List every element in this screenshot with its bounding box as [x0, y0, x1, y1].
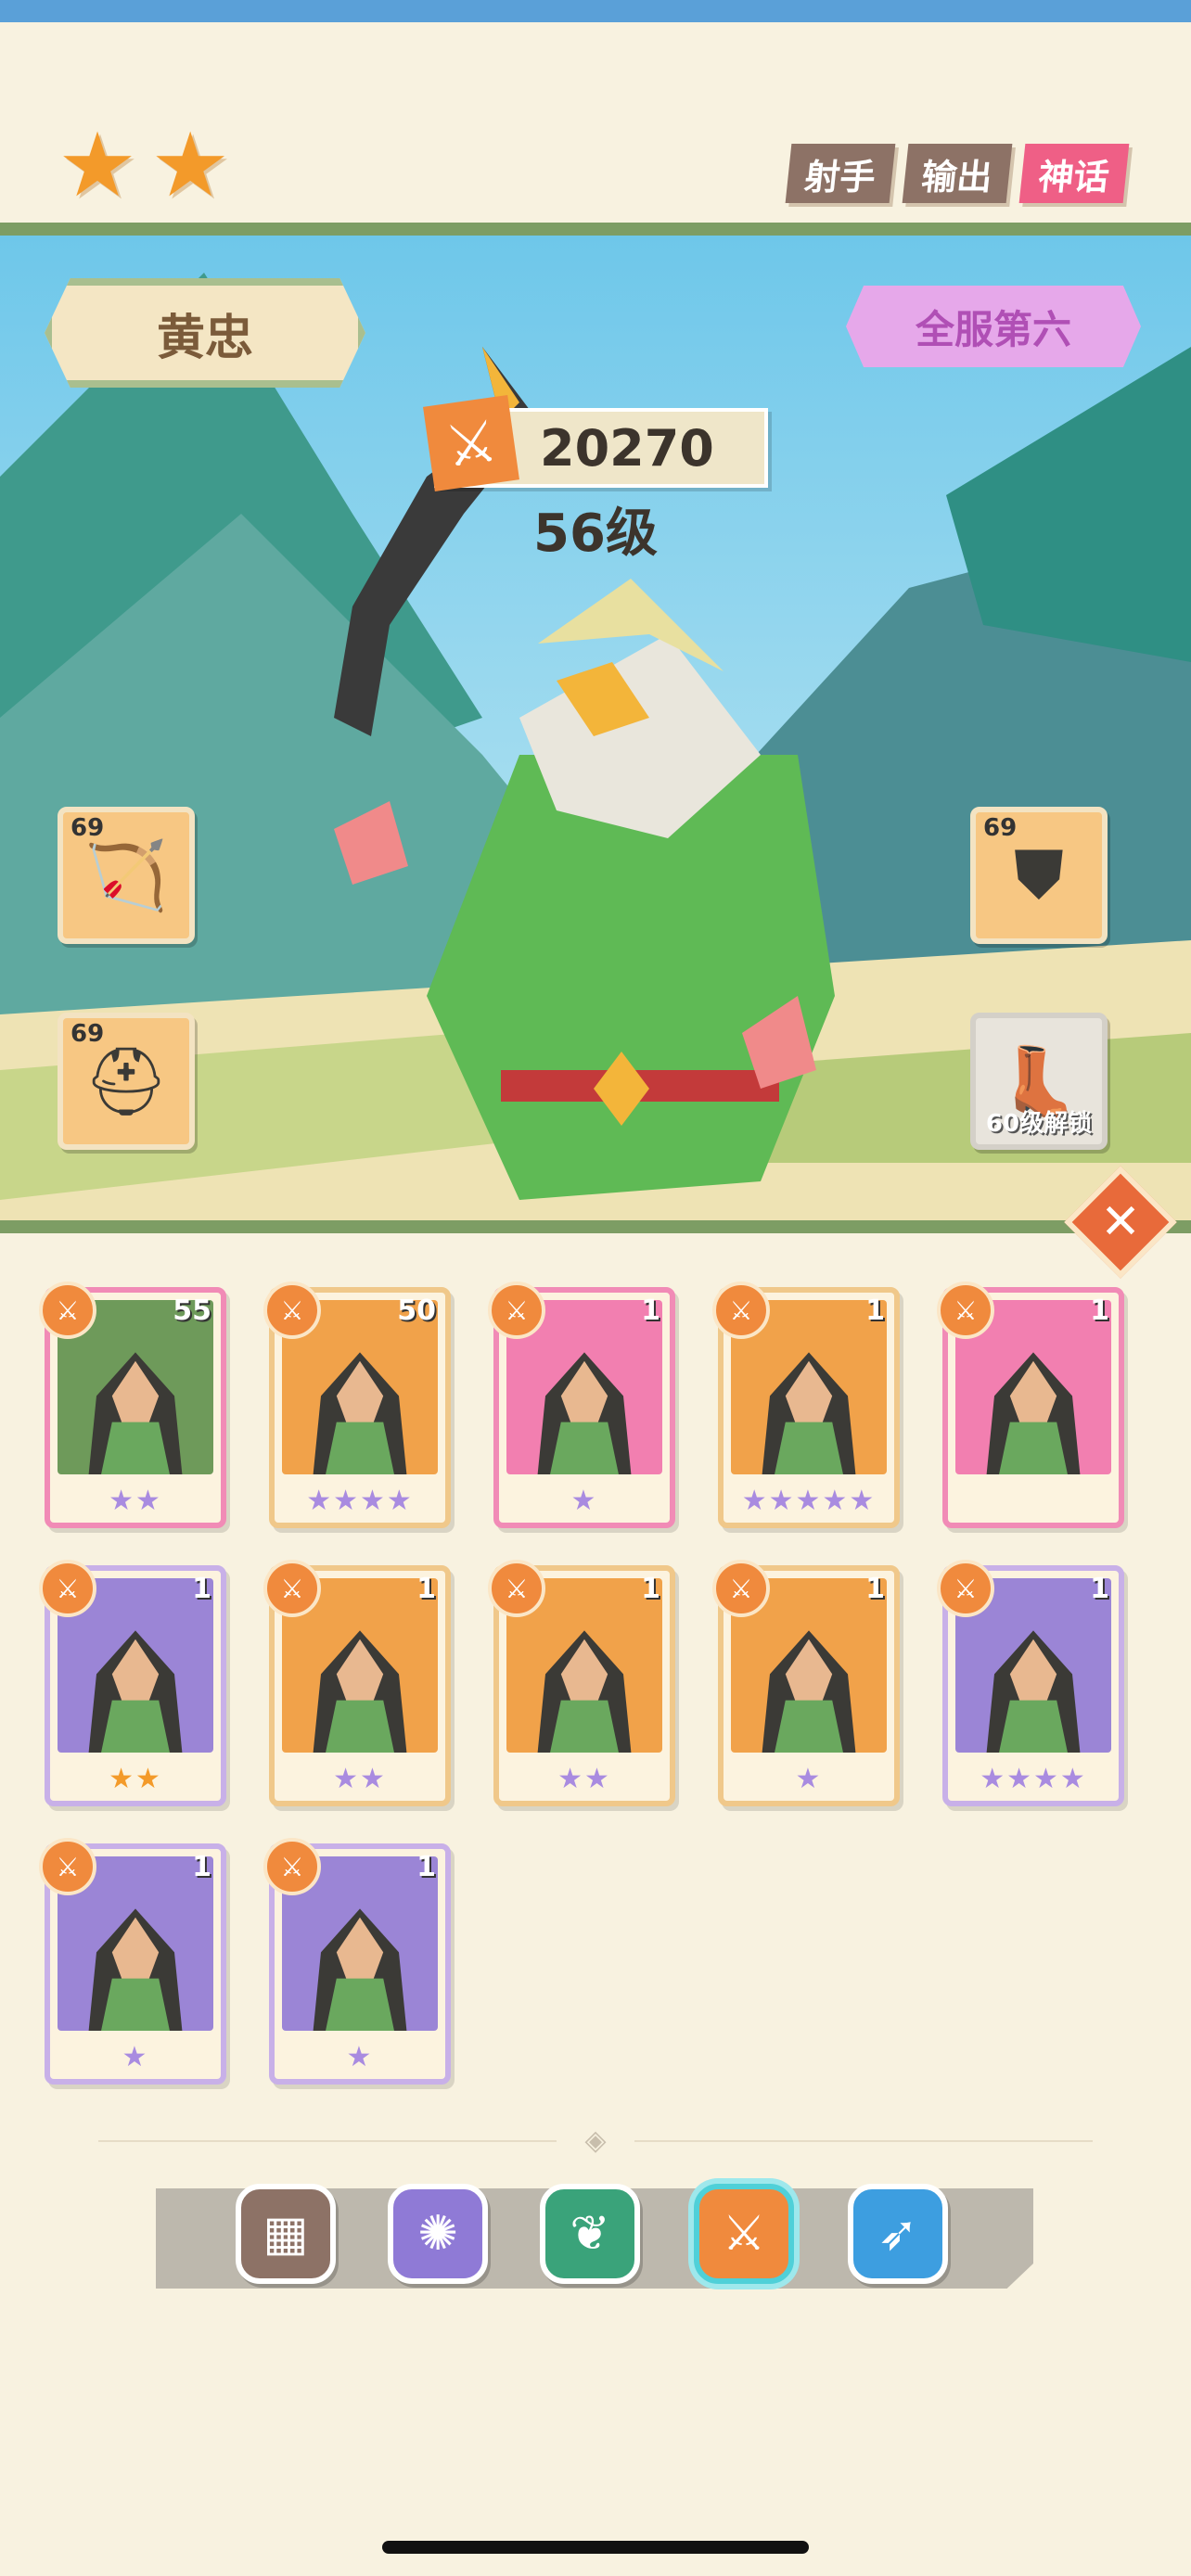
helmet-icon: ⛑ [83, 1041, 169, 1120]
close-icon: ✕ [1100, 1194, 1141, 1250]
filter-mage-button[interactable]: ✺ [388, 2184, 488, 2284]
bow-icon: ➶ [877, 2206, 918, 2262]
star-icon: ★ [150, 113, 231, 217]
equip-level: 69 [983, 814, 1018, 842]
hero-card-level: 1 [1090, 1573, 1109, 1605]
hero-card-level: 1 [1090, 1294, 1109, 1327]
hero-stars: ★ ★ [58, 121, 230, 210]
hero-card-stars: ★★★★★ [741, 1485, 877, 1517]
filter-support-button[interactable]: ❦ [540, 2184, 640, 2284]
equip-slot-weapon[interactable]: 69 🏹 [58, 807, 195, 944]
hero-card-stars: ★★ [109, 1763, 162, 1795]
grid-icon: ▦ [263, 2206, 309, 2262]
sword-icon: ⚔ [722, 2206, 766, 2262]
sword-class-icon: ⚔ [39, 1282, 96, 1339]
sword-class-icon: ⚔ [712, 1282, 770, 1339]
hero-name: 黄忠 [45, 278, 365, 388]
hero-card[interactable]: ⚔ 1 [937, 1282, 1124, 1528]
hero-card-level: 1 [865, 1573, 885, 1605]
crossed-swords-icon: ⚔ [423, 395, 519, 491]
sword-class-icon: ⚔ [488, 1560, 545, 1617]
hero-card[interactable]: ⚔ 1 ★ [712, 1560, 900, 1806]
tag-rarity: 神话 [1018, 144, 1130, 203]
server-rank-badge[interactable]: 全服第六 [846, 286, 1141, 367]
hero-card-level: 1 [192, 1573, 211, 1605]
hero-card-level: 1 [192, 1851, 211, 1883]
equip-level: 69 [70, 1020, 105, 1048]
hero-level: 56级 [533, 504, 658, 564]
divider-ornament-icon: ◈ [557, 2125, 634, 2157]
hero-card-stars: ★ [346, 2041, 374, 2073]
hero-card-stars: ★ [570, 1485, 598, 1517]
equip-level: 69 [70, 814, 105, 842]
hero-card[interactable]: ⚔ 1 ★ [488, 1282, 675, 1528]
hero-card-stars: ★★ [109, 1485, 162, 1517]
hero-card-level: 1 [416, 1851, 436, 1883]
hero-card-stars: ★★ [333, 1763, 387, 1795]
hero-card[interactable]: ⚔ 1 ★★ [488, 1560, 675, 1806]
sword-class-icon: ⚔ [39, 1560, 96, 1617]
hero-card[interactable]: ⚔ 50 ★★★★ [263, 1282, 451, 1528]
armor-icon: ⛊ [1013, 835, 1064, 913]
orb-icon: ✺ [417, 2206, 458, 2262]
sword-class-icon: ⚔ [263, 1282, 321, 1339]
power-display: ⚔ 20270 [423, 395, 768, 491]
hero-card-level: 55 [173, 1294, 211, 1327]
bow-icon: 🏹 [84, 835, 168, 914]
tag-role: 射手 [785, 144, 896, 203]
hero-tags: 射手 输出 神话 [785, 144, 1130, 203]
sword-class-icon: ⚔ [263, 1838, 321, 1895]
hero-card-level: 1 [641, 1294, 660, 1327]
hero-card[interactable]: ⚔ 1 ★ [39, 1838, 226, 2085]
hero-card-level: 50 [397, 1294, 436, 1327]
leaf-icon: ❦ [570, 2206, 610, 2262]
sword-class-icon: ⚔ [39, 1838, 96, 1895]
equip-slot-boots[interactable]: 👢 60级解锁 [970, 1013, 1108, 1150]
hero-card-stars: ★★★★ [980, 1763, 1087, 1795]
unlock-requirement: 60级解锁 [985, 1110, 1093, 1138]
tag-type: 输出 [902, 144, 1013, 203]
hero-card[interactable]: ⚔ 1 ★★★★ [937, 1560, 1124, 1806]
hero-roster: ⚔ 55 ★★ ⚔ 50 ★★★★ ⚔ 1 ★ ⚔ 1 ★★★★★ ⚔ 1 ⚔ 1 ★★ ⚔ 1 ★★ ⚔ 1 ★★ ⚔ 1 ★ ⚔… [39, 1282, 1158, 2085]
hero-card-level: 1 [641, 1573, 660, 1605]
sword-class-icon: ⚔ [937, 1560, 994, 1617]
filter-warrior-button[interactable]: ⚔ [694, 2184, 794, 2284]
star-icon: ★ [58, 113, 138, 217]
status-bar [0, 0, 1191, 22]
equip-slot-armor[interactable]: 69 ⛊ [970, 807, 1108, 944]
hero-card-stars: ★ [795, 1763, 823, 1795]
hero-card-stars: ★ [122, 2041, 149, 2073]
sword-class-icon: ⚔ [488, 1282, 545, 1339]
hero-card-level: 1 [865, 1294, 885, 1327]
hero-card[interactable]: ⚔ 1 ★★ [39, 1560, 226, 1806]
power-value: 20270 [540, 418, 714, 478]
home-indicator[interactable] [382, 2541, 809, 2554]
hero-card[interactable]: ⚔ 1 ★★ [263, 1560, 451, 1806]
filter-archer-button[interactable]: ➶ [848, 2184, 948, 2284]
equip-slot-helmet[interactable]: 69 ⛑ [58, 1013, 195, 1150]
hero-card-level: 1 [416, 1573, 436, 1605]
sword-class-icon: ⚔ [937, 1282, 994, 1339]
hero-card[interactable]: ⚔ 1 ★★★★★ [712, 1282, 900, 1528]
sword-class-icon: ⚔ [712, 1560, 770, 1617]
hero-card-stars: ★★ [557, 1763, 611, 1795]
sword-class-icon: ⚔ [263, 1560, 321, 1617]
hero-card[interactable]: ⚔ 1 ★ [263, 1838, 451, 2085]
hero-card[interactable]: ⚔ 55 ★★ [39, 1282, 226, 1528]
hero-card-stars: ★★★★ [306, 1485, 414, 1517]
filter-all-button[interactable]: ▦ [236, 2184, 336, 2284]
